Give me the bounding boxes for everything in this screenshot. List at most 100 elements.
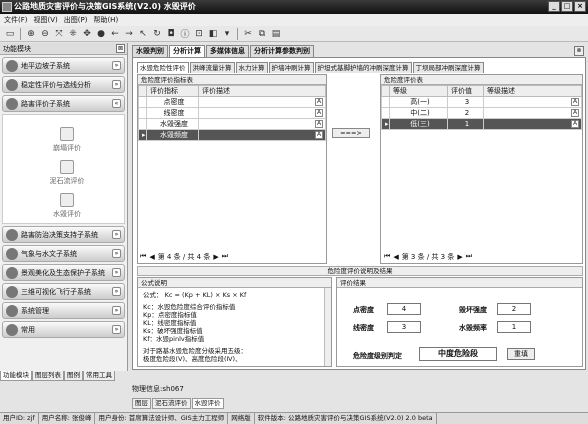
dropdown-icon[interactable]: ▾ <box>221 28 233 40</box>
frequency-value[interactable]: 1 <box>497 321 531 333</box>
identify-icon[interactable]: ◘ <box>165 28 177 40</box>
select-icon[interactable]: ↖ <box>137 28 149 40</box>
text-edit-icon[interactable]: A <box>315 120 323 128</box>
chevron-down-icon[interactable]: » <box>112 61 121 70</box>
sub-item-water-damage[interactable]: 水毁评价 <box>43 193 91 219</box>
scrollbar[interactable] <box>324 288 331 366</box>
group-label: 路害防治决策支持子系统 <box>21 230 98 239</box>
tab-modules[interactable]: 功能模块 <box>0 371 32 381</box>
paste-icon[interactable]: ▤ <box>270 28 282 40</box>
subtab-risk[interactable]: 水毁危险性评价 <box>137 62 189 73</box>
layers-icon[interactable]: ◧ <box>207 28 219 40</box>
subtab-wall-scour[interactable]: 护墙冲刷计算 <box>268 62 314 73</box>
table-row[interactable]: 高(一) 3 A <box>381 96 582 108</box>
maximize-button[interactable]: □ <box>561 1 573 12</box>
group-label: 稳定性评价与选线分析 <box>21 80 91 89</box>
zoom-out-icon[interactable]: ⊖ <box>39 28 51 40</box>
copy-icon[interactable]: ⧉ <box>256 28 268 40</box>
tab-analysis[interactable]: 分析计算 <box>169 45 205 57</box>
tab-layer[interactable]: 图层 <box>132 398 151 409</box>
first-page-icon[interactable]: ⏮ <box>384 252 390 261</box>
forward-icon[interactable]: → <box>123 28 135 40</box>
subtab-groin-scour[interactable]: 丁坝局部冲刷深度计算 <box>412 62 484 73</box>
chevron-down-icon[interactable]: » <box>112 268 121 277</box>
tab-layers[interactable]: 图层列表 <box>32 371 64 381</box>
refresh-icon[interactable]: ↻ <box>151 28 163 40</box>
measure-icon[interactable]: ⊡ <box>193 28 205 40</box>
text-edit-icon[interactable]: A <box>315 131 323 139</box>
group-common[interactable]: 常用 » <box>2 321 125 338</box>
menu-view[interactable]: 视图(V) <box>34 14 58 26</box>
prev-page-icon[interactable]: ◀ <box>149 253 154 261</box>
close-button[interactable]: × <box>574 1 586 12</box>
cut-icon[interactable]: ✂ <box>242 28 254 40</box>
transfer-button[interactable]: ===> <box>332 128 370 138</box>
group-landscape[interactable]: 景观美化及生态保护子系统 » <box>2 264 125 281</box>
table-row[interactable]: 点密度 A <box>138 96 326 108</box>
point-density-value[interactable]: 4 <box>387 303 421 315</box>
subtab-flood-flow[interactable]: 洪峰流量计算 <box>189 62 235 73</box>
open-icon[interactable]: ▭ <box>4 28 16 40</box>
table-row-selected[interactable]: ▸ 水毁频度 A <box>138 129 326 141</box>
group-3d[interactable]: 三维可视化飞行子系统 » <box>2 283 125 300</box>
group-decision[interactable]: 路害防治决策支持子系统 » <box>2 226 125 243</box>
table-row[interactable]: 线密度 A <box>138 107 326 119</box>
group-weather[interactable]: 气象与水文子系统 » <box>2 245 125 262</box>
prev-page-icon[interactable]: ◀ <box>393 253 398 261</box>
grade-value[interactable]: 中度危险段 <box>419 347 497 361</box>
minimize-button[interactable]: _ <box>548 1 560 12</box>
next-page-icon[interactable]: ▶ <box>213 253 218 261</box>
text-edit-icon[interactable]: A <box>315 109 323 117</box>
menu-file[interactable]: 文件(F) <box>4 14 28 26</box>
close-doc-icon[interactable]: ⊗ <box>574 46 584 56</box>
table-row[interactable]: 中(二) 2 A <box>381 107 582 119</box>
subtab-hydraulic[interactable]: 水力计算 <box>235 62 268 73</box>
pan-icon[interactable]: ✥ <box>81 28 93 40</box>
tab-multimedia[interactable]: 多媒体信息 <box>206 45 249 57</box>
chevron-up-icon[interactable]: « <box>112 99 121 108</box>
intensity-value[interactable]: 2 <box>497 303 531 315</box>
tab-tools[interactable]: 常用工具 <box>83 371 115 381</box>
group-stability[interactable]: 稳定性评价与选线分析 » <box>2 76 125 93</box>
tab-params[interactable]: 分析计算参数判别 <box>250 45 314 57</box>
tab-water-eval[interactable]: 水毁评价 <box>191 398 224 409</box>
zoom-in-icon[interactable]: ⊕ <box>25 28 37 40</box>
info-icon[interactable]: ⓘ <box>179 28 191 40</box>
group-slope[interactable]: 地平边坡子系统 » <box>2 57 125 74</box>
back-icon[interactable]: ← <box>109 28 121 40</box>
line-density-value[interactable]: 3 <box>387 321 421 333</box>
sub-item-collapse[interactable]: 崩塌评价 <box>43 127 91 153</box>
next-page-icon[interactable]: ▶ <box>457 253 462 261</box>
table-row[interactable]: 水毁强度 A <box>138 118 326 130</box>
chevron-down-icon[interactable]: » <box>112 325 121 334</box>
table-row-selected[interactable]: ▸ 低(三) 1 A <box>381 118 582 130</box>
chevron-down-icon[interactable]: » <box>112 287 121 296</box>
text-edit-icon[interactable]: A <box>571 109 579 117</box>
pin-icon[interactable]: ⊠ <box>116 44 125 53</box>
chevron-down-icon[interactable]: » <box>112 306 121 315</box>
menu-print[interactable]: 出图(P) <box>64 14 88 26</box>
last-page-icon[interactable]: ⏭ <box>222 252 228 261</box>
first-page-icon[interactable]: ⏮ <box>140 252 146 261</box>
sub-item-debris-flow[interactable]: 泥石流评价 <box>43 160 91 186</box>
line-density-label: 线密度 <box>353 324 374 332</box>
text-edit-icon[interactable]: A <box>315 98 323 106</box>
full-extent-icon[interactable]: ⤧ <box>53 28 65 40</box>
tab-water-damage[interactable]: 水毁判别 <box>132 45 168 57</box>
group-system[interactable]: 系统管理 » <box>2 302 125 319</box>
menu-help[interactable]: 帮助(H) <box>93 14 118 26</box>
tab-legend[interactable]: 图例 <box>64 371 83 381</box>
group-hazard-eval[interactable]: 路害评价子系统 « <box>2 95 125 112</box>
status-user-id: 用户ID: zjf <box>0 413 39 424</box>
text-edit-icon[interactable]: A <box>571 98 579 106</box>
globe-icon[interactable]: ● <box>95 28 107 40</box>
chevron-down-icon[interactable]: » <box>112 80 121 89</box>
fixed-zoom-icon[interactable]: ⁜ <box>67 28 79 40</box>
last-page-icon[interactable]: ⏭ <box>466 252 472 261</box>
reselect-button[interactable]: 重填 <box>507 348 535 360</box>
text-edit-icon[interactable]: A <box>571 120 579 128</box>
chevron-down-icon[interactable]: » <box>112 230 121 239</box>
chevron-down-icon[interactable]: » <box>112 249 121 258</box>
subtab-apron-scour[interactable]: 护坦式基脚护墙的冲刷深度计算 <box>314 62 412 73</box>
tab-debris-eval[interactable]: 泥石流评价 <box>152 398 191 409</box>
